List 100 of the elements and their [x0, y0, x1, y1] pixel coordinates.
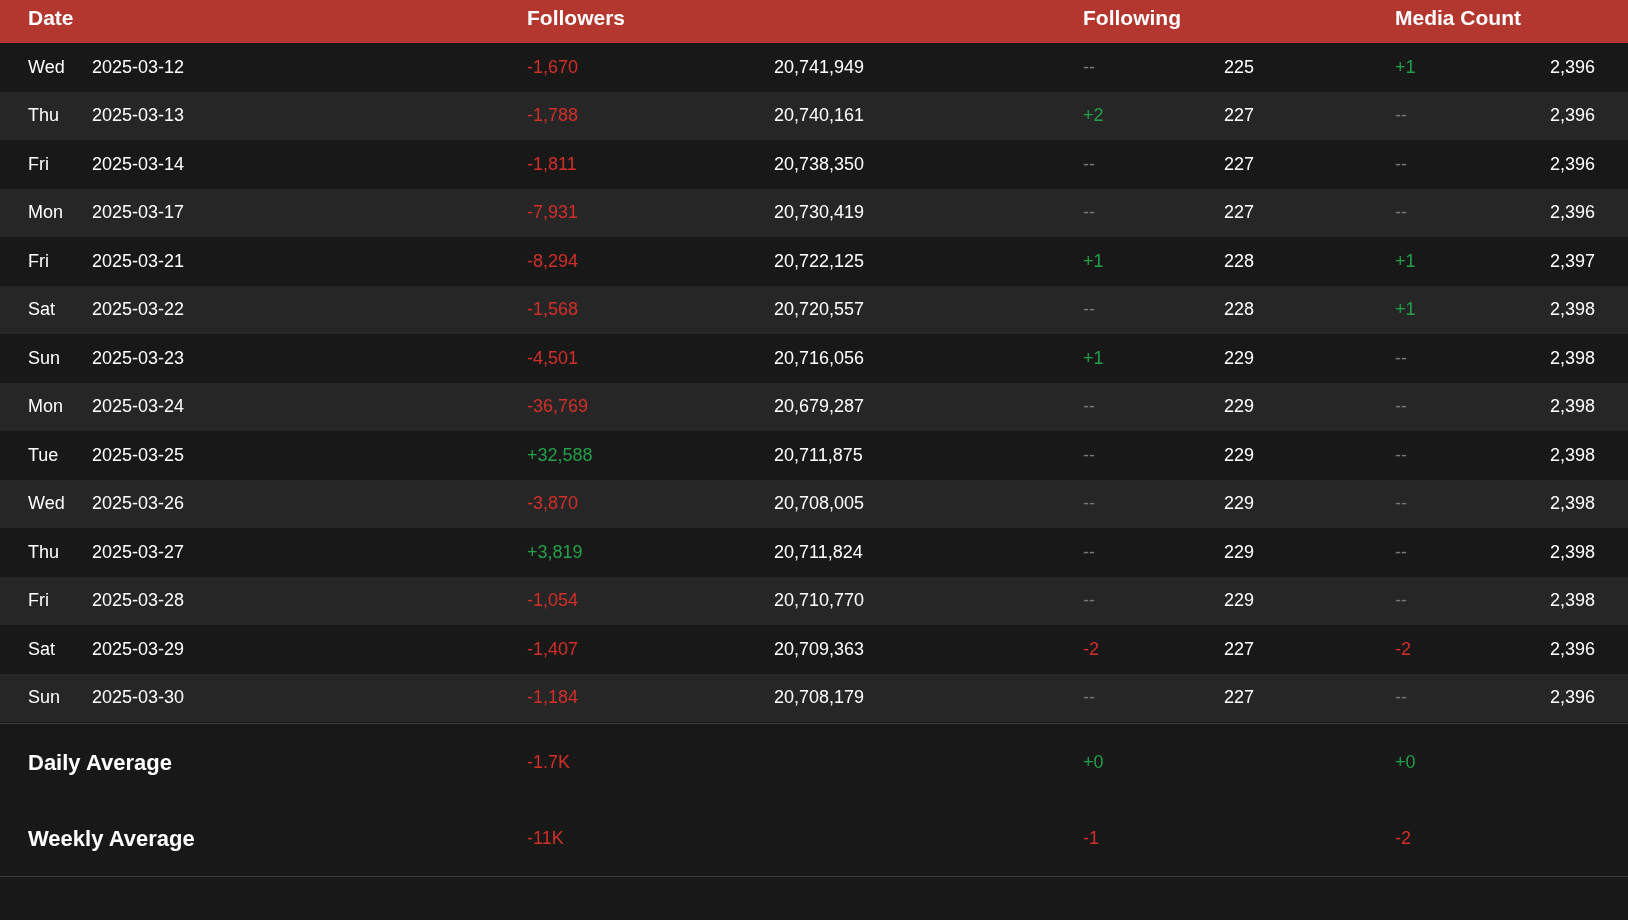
column-header: Date: [28, 6, 74, 29]
change-value: -1,811: [527, 153, 577, 174]
day-cell: Sat: [28, 299, 56, 320]
table-cell: 20,711,824: [774, 541, 863, 562]
table-cell: 20,679,287: [774, 396, 865, 417]
table-cell: 229: [1224, 590, 1255, 611]
change-value: +0: [1395, 751, 1416, 772]
change-value: +1: [1083, 347, 1104, 368]
change-value: -11K: [527, 827, 564, 848]
table-cell: 20,720,557: [774, 299, 865, 320]
column-header: Followers: [527, 6, 626, 29]
table-cell: 229: [1224, 444, 1255, 465]
table-cell: 229: [1224, 396, 1255, 417]
table-cell: 228: [1224, 250, 1255, 271]
column-header: Media Count: [1395, 6, 1521, 29]
change-value: -1,788: [527, 105, 579, 126]
table-cell: 225: [1224, 56, 1255, 77]
table-cell: 2,398: [1549, 396, 1595, 417]
table-cell: 20,708,005: [774, 493, 865, 514]
change-value: +3,819: [527, 541, 583, 562]
table-cell: 227: [1224, 202, 1255, 223]
day-cell: Sun: [28, 347, 61, 368]
summary-label: Daily Average: [28, 749, 172, 775]
change-value: --: [1083, 56, 1095, 77]
change-value: +1: [1395, 250, 1416, 271]
change-value: --: [1395, 541, 1407, 562]
change-value: --: [1395, 444, 1407, 465]
table-cell: 2,398: [1549, 347, 1595, 368]
change-value: +2: [1083, 105, 1104, 126]
table-cell: 20,710,770: [774, 590, 865, 611]
day-cell: Mon: [28, 202, 63, 223]
change-value: --: [1083, 590, 1095, 611]
change-value: -36,769: [527, 396, 589, 417]
day-cell: Mon: [28, 396, 63, 417]
change-value: -3,870: [527, 493, 579, 514]
date-cell: 2025-03-14: [92, 153, 185, 174]
change-value: --: [1395, 687, 1407, 708]
change-value: -1,670: [527, 56, 579, 77]
table-cell: 229: [1224, 541, 1255, 562]
table-cell: 227: [1224, 153, 1255, 174]
table-cell: 229: [1224, 493, 1255, 514]
change-value: +1: [1395, 299, 1416, 320]
table-cell: 228: [1224, 299, 1255, 320]
change-value: --: [1395, 105, 1407, 126]
table-cell: 20,709,363: [774, 638, 865, 659]
table-cell: 2,398: [1549, 590, 1595, 611]
change-value: --: [1083, 444, 1095, 465]
table-cell: 229: [1224, 347, 1255, 368]
change-value: --: [1083, 541, 1095, 562]
change-value: -1.7K: [527, 751, 571, 772]
table-cell: 2,396: [1549, 153, 1595, 174]
table-cell: 227: [1224, 638, 1255, 659]
table-cell: 2,396: [1549, 638, 1595, 659]
summary-label: Weekly Average: [28, 825, 195, 851]
day-cell: Wed: [28, 493, 65, 514]
table-cell: 2,398: [1549, 444, 1595, 465]
change-value: +1: [1083, 250, 1104, 271]
date-cell: 2025-03-22: [92, 299, 185, 320]
day-cell: Fri: [28, 250, 49, 271]
table-cell: 20,716,056: [774, 347, 865, 368]
change-value: -1,407: [527, 638, 579, 659]
table-cell: 20,722,125: [774, 250, 865, 271]
date-cell: 2025-03-12: [92, 56, 185, 77]
date-cell: 2025-03-30: [92, 687, 185, 708]
date-cell: 2025-03-27: [92, 541, 185, 562]
table-cell: 2,396: [1549, 56, 1595, 77]
day-cell: Tue: [28, 444, 59, 465]
day-cell: Sun: [28, 687, 61, 708]
table-cell: 20,738,350: [774, 153, 865, 174]
table-cell: 20,741,949: [774, 56, 865, 77]
table-cell: 2,398: [1549, 299, 1595, 320]
change-value: --: [1395, 153, 1407, 174]
table-cell: 20,740,161: [774, 105, 865, 126]
date-cell: 2025-03-28: [92, 590, 185, 611]
table-cell: 20,711,875: [774, 444, 863, 465]
change-value: -2: [1395, 827, 1411, 848]
day-cell: Thu: [28, 105, 60, 126]
change-value: -1,054: [527, 590, 579, 611]
day-cell: Wed: [28, 56, 65, 77]
change-value: -4,501: [527, 347, 579, 368]
table-cell: 2,396: [1549, 202, 1595, 223]
day-cell: Thu: [28, 541, 60, 562]
change-value: --: [1395, 202, 1407, 223]
change-value: --: [1083, 396, 1095, 417]
change-value: --: [1083, 202, 1095, 223]
table-cell: 227: [1224, 105, 1255, 126]
change-value: -2: [1395, 638, 1411, 659]
column-header: Following: [1083, 6, 1181, 29]
table-cell: 20,708,179: [774, 687, 865, 708]
change-value: --: [1083, 493, 1095, 514]
change-value: --: [1083, 153, 1095, 174]
change-value: --: [1083, 299, 1095, 320]
date-cell: 2025-03-17: [92, 202, 185, 223]
date-cell: 2025-03-26: [92, 493, 185, 514]
date-cell: 2025-03-21: [92, 250, 185, 271]
table-cell: 2,396: [1549, 687, 1595, 708]
change-value: --: [1395, 493, 1407, 514]
change-value: -1,568: [527, 299, 579, 320]
table-cell: 2,398: [1549, 493, 1595, 514]
day-cell: Sat: [28, 638, 56, 659]
